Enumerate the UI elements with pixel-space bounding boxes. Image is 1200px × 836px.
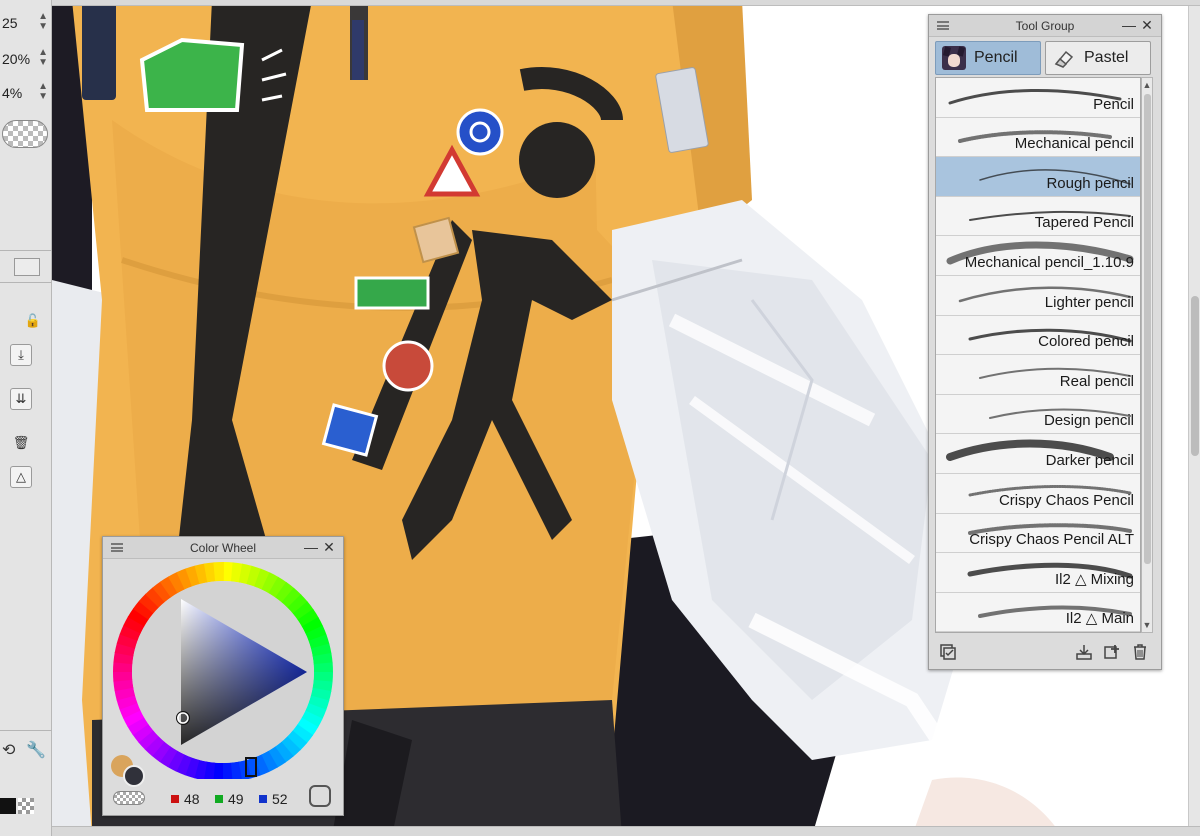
settings-icon[interactable] [939, 643, 957, 661]
sub-tool-label: Mechanical pencil [1014, 135, 1134, 153]
top-toolbar [52, 0, 1200, 6]
hue-ring[interactable] [109, 561, 337, 779]
merge-selected-icon[interactable]: ⇊ [10, 388, 32, 410]
lock-icon[interactable]: 🔓 [22, 310, 44, 332]
sub-tool-item[interactable]: Darker pencil [936, 434, 1140, 474]
sub-tool-item[interactable]: Design pencil [936, 394, 1140, 435]
spin-icon[interactable]: ▲ ▼ [38, 82, 48, 102]
trash-icon[interactable] [1131, 643, 1149, 661]
minimize-icon[interactable]: — [303, 539, 319, 555]
close-icon[interactable]: ✕ [321, 539, 337, 555]
sub-tool-item[interactable]: Rough pencil [936, 157, 1140, 197]
size-value: 25 [2, 15, 18, 31]
green-value: 49 [215, 791, 244, 807]
avatar-icon [942, 46, 966, 70]
sub-tool-label: Mechanical pencil_1.10.9 [964, 253, 1134, 271]
sub-tool-item[interactable]: Tapered Pencil [936, 196, 1140, 237]
main-color-chip[interactable] [123, 765, 145, 787]
sub-tool-label: Il2 △ Mixing [1054, 570, 1134, 588]
minimize-icon[interactable]: — [1121, 17, 1137, 33]
rotate-icon[interactable]: ⟲ [2, 740, 15, 760]
tool-group-panel: Tool Group — ✕ Pencil Pastel Pencil Mecha… [928, 14, 1162, 670]
sub-tool-label: Colored pencil [1038, 333, 1134, 351]
layer-tab-icon[interactable] [14, 258, 40, 276]
status-bar [52, 826, 1200, 836]
sub-tool-item[interactable]: Mechanical pencil [936, 117, 1140, 158]
sub-tool-label: Tapered Pencil [1034, 214, 1134, 232]
close-icon[interactable]: ✕ [1139, 17, 1155, 33]
property-row-size[interactable]: 25 ▲ ▼ [0, 10, 52, 36]
download-icon[interactable] [1075, 643, 1093, 661]
sub-tool-item[interactable]: Mechanical pencil_1.10.9 [936, 236, 1140, 276]
texture-preview[interactable] [2, 120, 48, 148]
sub-tool-item[interactable]: Il2 △ Mixing [936, 553, 1140, 593]
sub-tool-item[interactable]: Lighter pencil [936, 275, 1140, 316]
merge-down-icon[interactable]: ⤓ [10, 344, 32, 366]
tool-group-titlebar[interactable]: Tool Group — ✕ [929, 15, 1161, 37]
property-row-density[interactable]: 4% ▲ ▼ [0, 80, 52, 106]
density-value: 4% [2, 85, 23, 101]
drag-handle-icon[interactable] [111, 543, 123, 552]
transparent-color-chip[interactable] [18, 798, 34, 814]
add-icon[interactable] [1103, 643, 1121, 661]
sub-tool-item[interactable]: Real pencil [936, 355, 1140, 395]
sub-tool-label: Darker pencil [1045, 451, 1134, 469]
tool-group-footer [929, 637, 1161, 669]
tab-label: Pastel [1084, 49, 1129, 66]
sub-tool-item[interactable]: Crispy Chaos Pencil [936, 473, 1140, 514]
tool-property-panel: 25 ▲ ▼ 20% ▲ ▼ 4% ▲ ▼ 🔓 ⤓ ⇊ 🗑 △ ⟲ 🔧 [0, 0, 52, 836]
sub-tool-label: Design pencil [1043, 412, 1134, 430]
sub-tool-label: Pencil [1093, 95, 1134, 113]
sub-tool-label: Crispy Chaos Pencil [998, 491, 1134, 509]
red-value: 48 [171, 791, 200, 807]
sub-tool-list: Pencil Mechanical pencil Rough pencil Taper… [935, 77, 1141, 633]
app-window: 25 ▲ ▼ 20% ▲ ▼ 4% ▲ ▼ 🔓 ⤓ ⇊ 🗑 △ ⟲ 🔧 Tool Gr… [0, 0, 1200, 836]
sub-tool-label: Crispy Chaos Pencil ALT [969, 531, 1134, 549]
sub-tool-item[interactable]: Colored pencil [936, 315, 1140, 356]
opacity-value: 20% [2, 51, 31, 67]
eraser-icon [1052, 46, 1076, 70]
tool-group-title: Tool Group [1015, 18, 1075, 33]
sub-tool-label: Il2 △ Main [1065, 610, 1134, 628]
sub-tool-label: Lighter pencil [1044, 293, 1134, 311]
sub-tool-item[interactable]: Pencil [936, 78, 1140, 118]
color-wheel-titlebar[interactable]: Color Wheel — ✕ [103, 537, 343, 559]
color-set-icon[interactable] [309, 785, 331, 807]
sub-tool-item[interactable]: Il2 △ Main [936, 592, 1140, 632]
canvas-vertical-scrollbar[interactable] [1188, 6, 1200, 826]
transparent-chip[interactable] [113, 791, 145, 805]
sub-tool-item[interactable]: Crispy Chaos Pencil ALT [936, 513, 1140, 554]
spin-icon[interactable]: ▲ ▼ [38, 12, 48, 32]
tab-pencil[interactable]: Pencil [935, 41, 1041, 75]
color-wheel-panel: Color Wheel — ✕ 48 49 52 [102, 536, 344, 816]
tab-label: Pencil [974, 49, 1018, 66]
tool-tabs: Pencil Pastel [935, 41, 1151, 75]
triangle-icon[interactable]: △ [10, 466, 32, 488]
property-row-opacity[interactable]: 20% ▲ ▼ [0, 46, 52, 72]
wrench-icon[interactable]: 🔧 [26, 740, 46, 760]
color-wheel-title: Color Wheel [189, 540, 257, 555]
sub-tool-label: Real pencil [1059, 372, 1134, 390]
main-color-chip[interactable] [0, 798, 16, 814]
sub-tool-scrollbar[interactable]: ▲ ▼ [1141, 77, 1153, 633]
drag-handle-icon[interactable] [937, 21, 949, 30]
sub-tool-label: Rough pencil [1046, 174, 1134, 192]
tab-pastel[interactable]: Pastel [1045, 41, 1151, 75]
blue-value: 52 [259, 791, 288, 807]
delete-layer-icon[interactable]: 🗑 [10, 432, 32, 454]
spin-icon[interactable]: ▲ ▼ [38, 48, 48, 68]
